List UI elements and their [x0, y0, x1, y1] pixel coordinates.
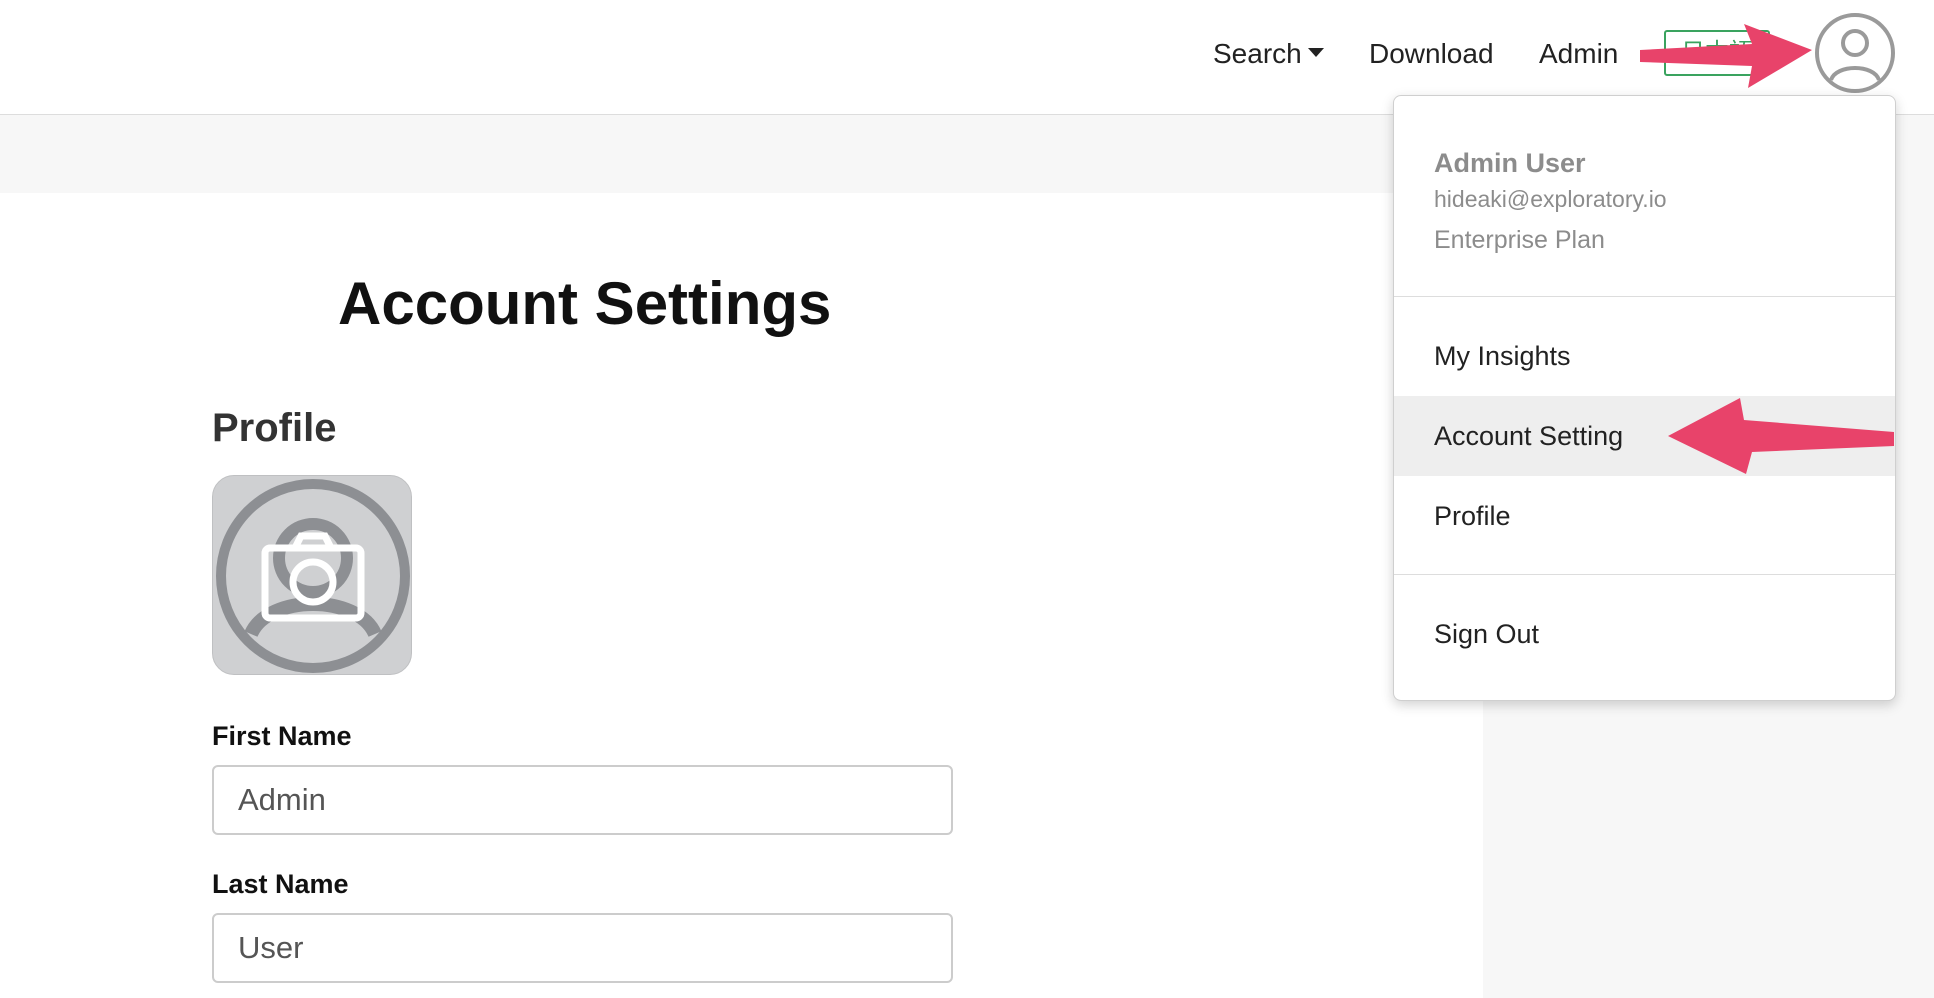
menu-item-label: Sign Out [1434, 619, 1540, 649]
admin-link[interactable]: Admin [1539, 36, 1618, 72]
download-link[interactable]: Download [1369, 36, 1494, 72]
profile-photo-upload[interactable] [212, 475, 412, 675]
menu-item-label: Profile [1434, 501, 1511, 531]
last-name-label: Last Name [212, 869, 349, 899]
search-menu[interactable]: Search [1213, 36, 1324, 72]
menu-item-profile[interactable]: Profile [1394, 476, 1895, 556]
menu-item-sign-out[interactable]: Sign Out [1394, 594, 1895, 674]
first-name-input[interactable] [212, 765, 953, 835]
last-name-input[interactable] [212, 913, 953, 983]
dropdown-user-name: Admin User [1434, 148, 1586, 178]
search-menu-label: Search [1213, 38, 1302, 69]
dropdown-divider [1394, 574, 1895, 575]
dropdown-user-plan: Enterprise Plan [1434, 226, 1605, 254]
dropdown-divider [1394, 296, 1895, 297]
first-name-label: First Name [212, 721, 352, 751]
page-title: Account Settings [338, 270, 832, 337]
user-dropdown-menu: Admin User hideaki@exploratory.io Enterp… [1393, 95, 1896, 701]
menu-item-label: My Insights [1434, 341, 1571, 371]
caret-down-icon [1307, 48, 1324, 58]
dropdown-user-email: hideaki@exploratory.io [1434, 186, 1667, 212]
profile-section-heading: Profile [212, 406, 337, 450]
menu-item-my-insights[interactable]: My Insights [1394, 316, 1895, 396]
language-button[interactable]: 日本語 [1664, 30, 1770, 76]
menu-item-account-setting[interactable]: Account Setting [1394, 396, 1895, 476]
user-avatar-button[interactable] [1814, 12, 1896, 94]
app-window: Search Download Admin 日本語 Account Settin… [0, 0, 1934, 998]
camera-icon [216, 479, 410, 673]
menu-item-label: Account Setting [1434, 421, 1624, 451]
user-circle-icon [1815, 13, 1895, 93]
